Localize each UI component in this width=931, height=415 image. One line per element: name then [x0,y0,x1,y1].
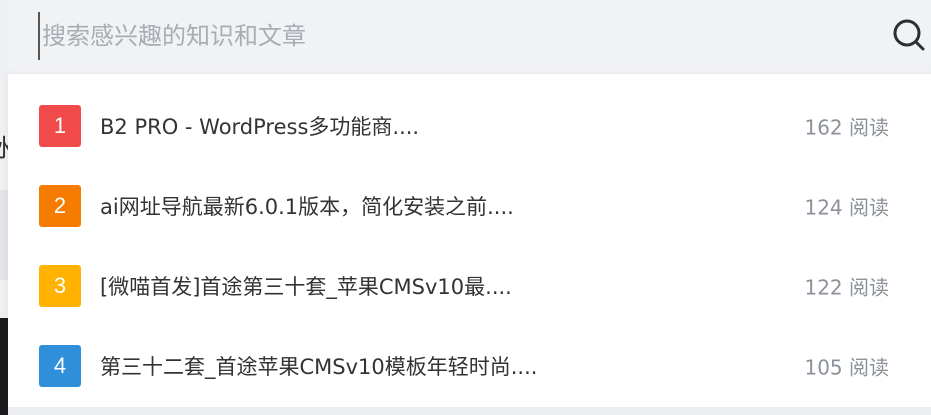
article-title: [微喵首发]首途第三十套_苹果CMSv10最.... [100,275,512,299]
background-dark-panel [0,318,8,415]
hot-article-item-4[interactable]: 4 第三十二套_首途苹果CMSv10模板年轻时尚.... 105 阅读 [8,326,931,406]
rank-badge: 4 [39,345,81,387]
hot-article-item-3[interactable]: 3 [微喵首发]首途第三十套_苹果CMSv10最.... 122 阅读 [8,246,931,326]
article-title: B2 PRO - WordPress多功能商.... [100,115,420,139]
hot-article-item-2[interactable]: 2 ai网址导航最新6.0.1版本，简化安装之前.... 124 阅读 [8,166,931,246]
read-count: 105 阅读 [804,355,889,380]
search-button[interactable] [891,18,931,54]
search-bar [8,0,931,72]
background-bottom-strip [8,407,931,415]
read-count: 124 阅读 [804,195,889,220]
article-title: 第三十二套_首途苹果CMSv10模板年轻时尚.... [100,355,538,379]
article-title: ai网址导航最新6.0.1版本，简化安装之前.... [100,195,514,219]
search-input[interactable] [38,12,862,60]
read-count: 162 阅读 [804,115,889,140]
rank-badge: 1 [39,105,81,147]
rank-badge: 2 [39,185,81,227]
hot-articles-dropdown: 1 B2 PRO - WordPress多功能商.... 162 阅读 2 ai… [8,74,931,407]
rank-badge: 3 [39,265,81,307]
hot-article-item-1[interactable]: 1 B2 PRO - WordPress多功能商.... 162 阅读 [8,86,931,166]
read-count: 122 阅读 [804,275,889,300]
search-icon [893,19,925,51]
